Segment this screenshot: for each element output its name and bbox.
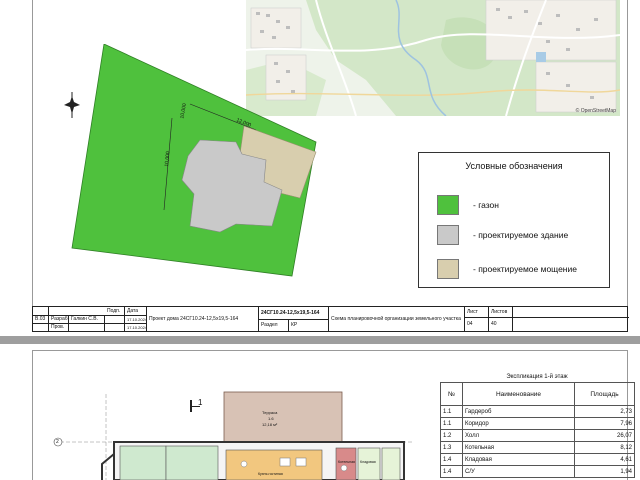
legend-swatch-lawn [437,195,459,215]
sheet-site-plan: © OpenStreetMap 12,000 10,000 10,000 Усл… [0,0,640,336]
razdel-label: Раздел [259,319,289,331]
razdel-value: КР [289,319,329,331]
project-code: 24СГ10.24-12,5х19,5-164 [259,307,329,319]
table-header-row: № Наименование Площадь [440,382,635,406]
terrace-area-label: 12,18 м² [262,422,278,427]
table-row: 1.1 Коридор 7,96 [440,417,635,430]
date-label: Дата [125,307,147,315]
title-block: В.03 Разраб. Пров. Галкин С.В. Подп. Дат… [32,306,629,332]
axis-mark: 2 [56,439,59,445]
project-name: Проект дома 24СГ10.24-12,5х19,5-164 [147,307,259,331]
room-label-boiler: Котельная [338,460,355,464]
date-2: 17.10.2024 [127,323,147,331]
legend-label: - газон [473,200,499,210]
legend-box: Условные обозначения - газон - проектиру… [418,152,610,288]
legend-swatch-paving [437,259,459,279]
explication-caption: Экспликация 1-й этаж [506,374,568,380]
terrace-label: Терраса [262,410,278,415]
razrab-name: Галкин С.В. [69,315,105,323]
room-name: С/У [462,465,575,478]
sheet-code: В.03 [33,307,49,331]
explication-table: № Наименование Площадь 1.1 Гардероб 2,73… [440,382,635,478]
floor-plan-drawing [53,391,414,480]
legend-item-building: - проектируемое здание [437,225,568,245]
table-row: 1.3 Котельная 8,12 [440,441,635,454]
room-name: Холл [462,429,575,442]
column-header: № [440,382,463,406]
room-number: 1.2 [440,429,463,442]
room-number: 1.4 [440,453,463,466]
list-value: 04 [465,317,489,331]
section-mark-label: 1 [198,398,203,407]
room-number: 1.3 [440,441,463,454]
table-row: 1.2 Холл 26,07 [440,429,635,442]
column-header: Площадь [574,382,635,406]
room-area: 4,61 [574,453,635,466]
legend-item-lawn: - газон [437,195,499,215]
legend-swatch-building [437,225,459,245]
map-attribution: © OpenStreetMap [575,108,616,114]
listov-value: 40 [489,317,513,331]
legend-item-paving: - проектируемое мощение [437,259,577,279]
legend-label: - проектируемое здание [473,230,569,240]
razrab-label: Разраб. [51,315,69,323]
room-area: 1,94 [574,465,635,478]
legend-title: Условные обозначения [465,161,563,171]
date-1: 17.10.2024 [127,315,147,323]
site-plan-drawing [71,44,317,277]
podp-label: Подп. [105,307,125,315]
terrace-num: 1.6 [268,416,274,421]
table-row: 1.1 Гардероб 2,73 [440,405,635,418]
room-area: 2,73 [574,405,635,418]
legend-label: - проектируемое мощение [473,264,577,274]
column-header: Наименование [462,382,575,406]
list-label: Лист [465,307,489,317]
room-area: 26,07 [574,429,635,442]
room-name: Котельная [462,441,575,454]
listov-label: Листов [489,307,513,317]
room-name: Коридор [462,417,575,430]
room-number: 1.4 [440,465,463,478]
table-row: 1.4 С/У 1,94 [440,465,635,478]
room-area: 7,96 [574,417,635,430]
prov-label: Пров. [49,323,69,331]
sheet-floor-plan: 1 Терраса 1.6 12,18 м² 2 Кухня-гостиная … [0,344,640,480]
room-label-kitchen: Кухня-гостиная [258,472,283,476]
room-label-storage: Кладовая [360,460,376,464]
room-number: 1.1 [440,417,463,430]
table-row: 1.4 Кладовая 4,61 [440,453,635,466]
section-mark: 1 [190,398,204,412]
room-number: 1.1 [440,405,463,418]
room-name: Гардероб [462,405,575,418]
sheet-title: Схема планировочной организации земельно… [329,307,465,331]
room-area: 8,12 [574,441,635,454]
room-name: Кладовая [462,453,575,466]
